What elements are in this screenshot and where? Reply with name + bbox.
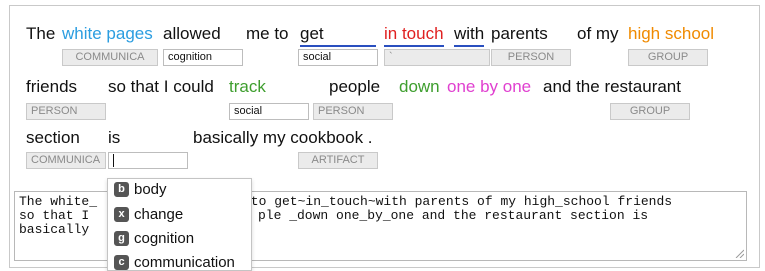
supersense-b-icon: b bbox=[114, 181, 129, 197]
menu-item-cognition[interactable]: g cognition bbox=[114, 228, 194, 250]
word-me-to: me to bbox=[246, 24, 289, 43]
word-so-that-i-could: so that I could bbox=[108, 77, 214, 96]
supersense-g-icon: g bbox=[114, 230, 129, 246]
word-of-my: of my bbox=[577, 24, 619, 43]
tag-supersense[interactable]: ARTIFACT bbox=[298, 152, 378, 169]
tag-supersense[interactable]: COMMUNICA bbox=[26, 152, 106, 169]
word-get: get bbox=[300, 24, 376, 47]
tag-supersense[interactable]: GROUP bbox=[628, 49, 708, 66]
tag-input[interactable]: cognition bbox=[163, 49, 243, 66]
word-basically-my-cookbook: basically my cookbook . bbox=[193, 128, 373, 147]
word-white-pages: white pages bbox=[62, 24, 153, 43]
menu-item-label: cognition bbox=[134, 230, 195, 247]
textarea-line-3a: basically bbox=[19, 222, 98, 237]
word-in-touch: in touch bbox=[384, 24, 444, 47]
tag-input[interactable]: social bbox=[298, 49, 378, 66]
word-is: is bbox=[108, 128, 121, 147]
menu-item-label: communication bbox=[134, 254, 235, 271]
word-parents: parents bbox=[491, 24, 548, 43]
menu-item-label: change bbox=[134, 206, 184, 223]
textarea-line-2a: so that I bbox=[19, 208, 98, 223]
word-with: with bbox=[454, 24, 485, 47]
textarea-line-1a: The white_ bbox=[19, 194, 98, 209]
tag-supersense[interactable]: COMMUNICA bbox=[62, 49, 158, 66]
tag-supersense[interactable]: PERSON bbox=[491, 49, 571, 66]
word-friends: friends bbox=[26, 77, 78, 96]
word-high-school: high school bbox=[628, 24, 715, 43]
menu-item-body[interactable]: b body bbox=[114, 179, 167, 201]
supersense-c-icon: c bbox=[114, 254, 129, 270]
word-people: people bbox=[329, 77, 381, 96]
word-the: The bbox=[26, 24, 56, 43]
word-and-the-restaurant: and the restaurant bbox=[543, 77, 681, 96]
menu-item-change[interactable]: x change bbox=[114, 204, 183, 226]
supersense-x-icon: x bbox=[114, 206, 129, 222]
autocomplete-menu: b body x change g cognition c communication bbox=[107, 178, 252, 271]
textarea-line-2b: ple _down one_by_one and the restaurant … bbox=[258, 208, 649, 223]
word-section: section bbox=[26, 128, 80, 147]
menu-item-label: body bbox=[134, 181, 167, 198]
menu-item-communication[interactable]: c communication bbox=[114, 252, 235, 271]
text-caret bbox=[113, 153, 114, 167]
word-allowed: allowed bbox=[163, 24, 221, 43]
tag-input[interactable]: social bbox=[229, 103, 309, 120]
tag-supersense[interactable]: ` bbox=[384, 49, 490, 66]
word-track: track bbox=[229, 77, 266, 96]
word-down: down bbox=[399, 77, 440, 96]
tag-input-active[interactable] bbox=[108, 152, 188, 169]
tag-supersense[interactable]: PERSON bbox=[26, 103, 106, 120]
tag-supersense[interactable]: GROUP bbox=[610, 103, 690, 120]
resize-grip-icon[interactable] bbox=[734, 248, 744, 258]
word-one-by-one: one by one bbox=[447, 77, 532, 96]
textarea-line-1b: to get~in_touch~with parents of my high_… bbox=[243, 194, 673, 209]
tag-supersense[interactable]: PERSON bbox=[313, 103, 393, 120]
